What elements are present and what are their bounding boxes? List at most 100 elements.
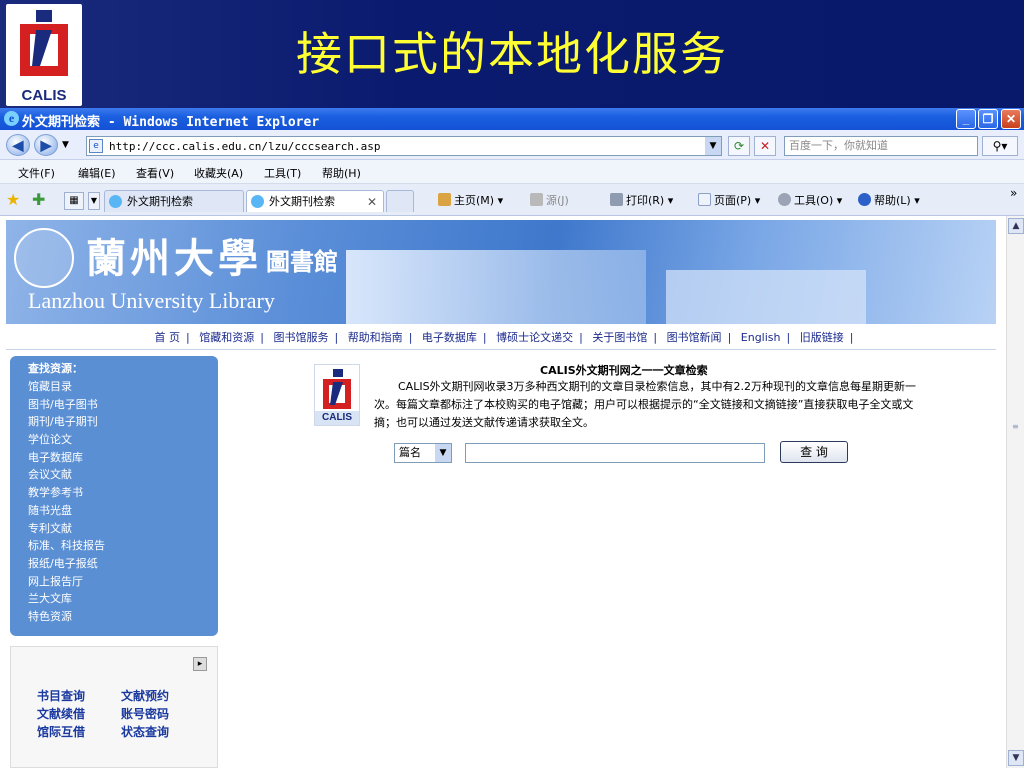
address-url: http://ccc.calis.edu.cn/lzu/cccsearch.as… [109, 140, 381, 153]
refresh-button[interactable]: ⟳ [728, 136, 750, 156]
sidebar-item[interactable]: 标准、科技报告 [28, 537, 105, 555]
home-label: 主页(M) [454, 194, 495, 207]
print-button[interactable]: 打印(R) ▾ [610, 192, 673, 208]
page-menu-button[interactable]: 页面(P) ▾ [698, 192, 760, 208]
service-link[interactable]: 状态查询 [121, 723, 205, 741]
vertical-scrollbar[interactable]: ▲ ≡ ▼ [1006, 216, 1024, 768]
quick-tabs-icon[interactable]: ▦ [64, 192, 84, 210]
nav-theses[interactable]: 博硕士论文递交 [496, 331, 573, 344]
nav-home[interactable]: 首 页 [155, 331, 181, 344]
tab-active-label: 外文期刊检索 [269, 195, 335, 208]
search-query-input[interactable] [465, 443, 765, 463]
tab-active[interactable]: 外文期刊检索 ✕ [246, 190, 384, 212]
nav-help[interactable]: 帮助和指南 [348, 331, 403, 344]
nav-about[interactable]: 关于图书馆 [592, 331, 647, 344]
sidebar-item[interactable]: 学位论文 [28, 431, 105, 449]
new-tab-button[interactable] [386, 190, 414, 212]
ie-logo-icon: e [4, 111, 19, 126]
tools-menu-label: 工具(O) [794, 194, 834, 207]
services-panel: ▸ 书目查询 文献预约 文献续借 账号密码 馆际互借 状态查询 [10, 646, 218, 768]
sidebar-item[interactable]: 馆藏目录 [28, 378, 105, 396]
sidebar-item[interactable]: 电子数据库 [28, 449, 105, 467]
scroll-thumb-grip-icon[interactable]: ≡ [1012, 422, 1019, 431]
search-field-select[interactable]: 篇名 ▼ [394, 443, 452, 463]
library-name-en: Lanzhou University Library [28, 288, 275, 313]
restore-button[interactable]: ❐ [978, 109, 998, 129]
sidebar-item[interactable]: 会议文献 [28, 466, 105, 484]
favorites-star-icon[interactable]: ★ [6, 190, 20, 209]
tab-first[interactable]: 外文期刊检索 [104, 190, 244, 212]
tab-bar: ★ ✚ ▦ ▼ 外文期刊检索 外文期刊检索 ✕ 主页(M) ▾ 源(J) 打印(… [0, 184, 1024, 216]
calis-small-logo: CALIS [314, 364, 360, 426]
nav-news[interactable]: 图书馆新闻 [667, 331, 722, 344]
menu-file[interactable]: 文件(F) [18, 165, 55, 181]
sidebar-item[interactable]: 图书/电子图书 [28, 396, 105, 414]
search-go-button[interactable]: ⚲▾ [982, 136, 1018, 156]
article-search-description: CALIS外文期刊网收录3万多种西文期刊的文章目录检索信息，其中有2.2万种现刊… [374, 380, 917, 429]
tab-list-dropdown-icon[interactable]: ▼ [88, 192, 100, 210]
scroll-down-icon[interactable]: ▼ [1008, 750, 1024, 766]
address-bar[interactable]: e http://ccc.calis.edu.cn/lzu/cccsearch.… [86, 136, 722, 156]
calis-small-logo-text: CALIS [315, 411, 359, 425]
menu-edit[interactable]: 编辑(E) [78, 165, 116, 181]
page-icon: e [89, 139, 103, 153]
ie-titlebar: e 外文期刊检索 - Windows Internet Explorer _ ❐… [0, 108, 1024, 130]
menu-bar: 文件(F) 编辑(E) 查看(V) 收藏夹(A) 工具(T) 帮助(H) [0, 160, 1024, 184]
tools-menu-button[interactable]: 工具(O) ▾ [778, 192, 842, 208]
address-dropdown-icon[interactable]: ▼ [705, 137, 721, 155]
stop-button[interactable]: ✕ [754, 136, 776, 156]
tab-first-label: 外文期刊检索 [127, 195, 193, 208]
search-input[interactable]: 百度一下，你就知道 [784, 136, 978, 156]
sidebar-item[interactable]: 特色资源 [28, 608, 105, 626]
chevron-down-icon[interactable]: ▼ [435, 444, 451, 462]
tab-page-icon [109, 195, 122, 208]
services-grid: 书目查询 文献预约 文献续借 账号密码 馆际互借 状态查询 [37, 687, 217, 741]
scroll-up-icon[interactable]: ▲ [1008, 218, 1024, 234]
menu-view[interactable]: 查看(V) [136, 165, 174, 181]
close-window-button[interactable]: ✕ [1001, 109, 1021, 129]
window-title: 外文期刊检索 - Windows Internet Explorer [22, 115, 320, 130]
forward-button[interactable]: ▶ [34, 134, 58, 156]
menu-tools[interactable]: 工具(T) [264, 165, 301, 181]
more-tools-icon[interactable]: » [1010, 186, 1017, 200]
sidebar-item[interactable]: 报纸/电子报纸 [28, 555, 105, 573]
tab-page-icon [251, 195, 264, 208]
service-link[interactable]: 书目查询 [37, 687, 121, 705]
feeds-icon [530, 193, 543, 206]
nav-collections[interactable]: 馆藏和资源 [199, 331, 254, 344]
calis-logo-text: CALIS [21, 87, 67, 104]
sidebar-item[interactable]: 兰大文库 [28, 590, 105, 608]
home-icon [438, 193, 451, 206]
nav-english[interactable]: English [741, 331, 781, 344]
home-button[interactable]: 主页(M) ▾ [438, 192, 503, 208]
help-menu-button[interactable]: 帮助(L) ▾ [858, 192, 920, 208]
nav-databases[interactable]: 电子数据库 [422, 331, 477, 344]
help-menu-label: 帮助(L) [874, 194, 911, 207]
print-label: 打印(R) [626, 194, 665, 207]
sidebar-header: 查找资源： [28, 362, 83, 375]
menu-favorites[interactable]: 收藏夹(A) [194, 165, 243, 181]
service-link[interactable]: 馆际互借 [37, 723, 121, 741]
add-favorite-icon[interactable]: ✚ [32, 190, 45, 209]
expand-icon[interactable]: ▸ [193, 657, 207, 671]
sidebar-item[interactable]: 网上报告厅 [28, 573, 105, 591]
service-link[interactable]: 账号密码 [121, 705, 205, 723]
service-link[interactable]: 文献续借 [37, 705, 121, 723]
minimize-button[interactable]: _ [956, 109, 976, 129]
history-dropdown-icon[interactable]: ▼ [62, 140, 69, 150]
service-link[interactable]: 文献预约 [121, 687, 205, 705]
nav-services[interactable]: 图书馆服务 [273, 331, 328, 344]
back-button[interactable]: ◀ [6, 134, 30, 156]
sidebar-item[interactable]: 专利文献 [28, 520, 105, 538]
gear-icon [778, 193, 791, 206]
menu-help[interactable]: 帮助(H) [322, 165, 361, 181]
close-tab-icon[interactable]: ✕ [367, 191, 377, 213]
sidebar-item[interactable]: 期刊/电子期刊 [28, 413, 105, 431]
slide-header: CALIS 接口式的本地化服务 [0, 0, 1024, 108]
nav-old-links[interactable]: 旧版链接 [800, 331, 844, 344]
feeds-button[interactable]: 源(J) [530, 192, 569, 208]
query-button[interactable]: 查 询 [780, 441, 848, 463]
sidebar-item[interactable]: 随书光盘 [28, 502, 105, 520]
sidebar-item[interactable]: 教学参考书 [28, 484, 105, 502]
article-search-title: CALIS外文期刊网之一一文章检索 [540, 364, 708, 377]
